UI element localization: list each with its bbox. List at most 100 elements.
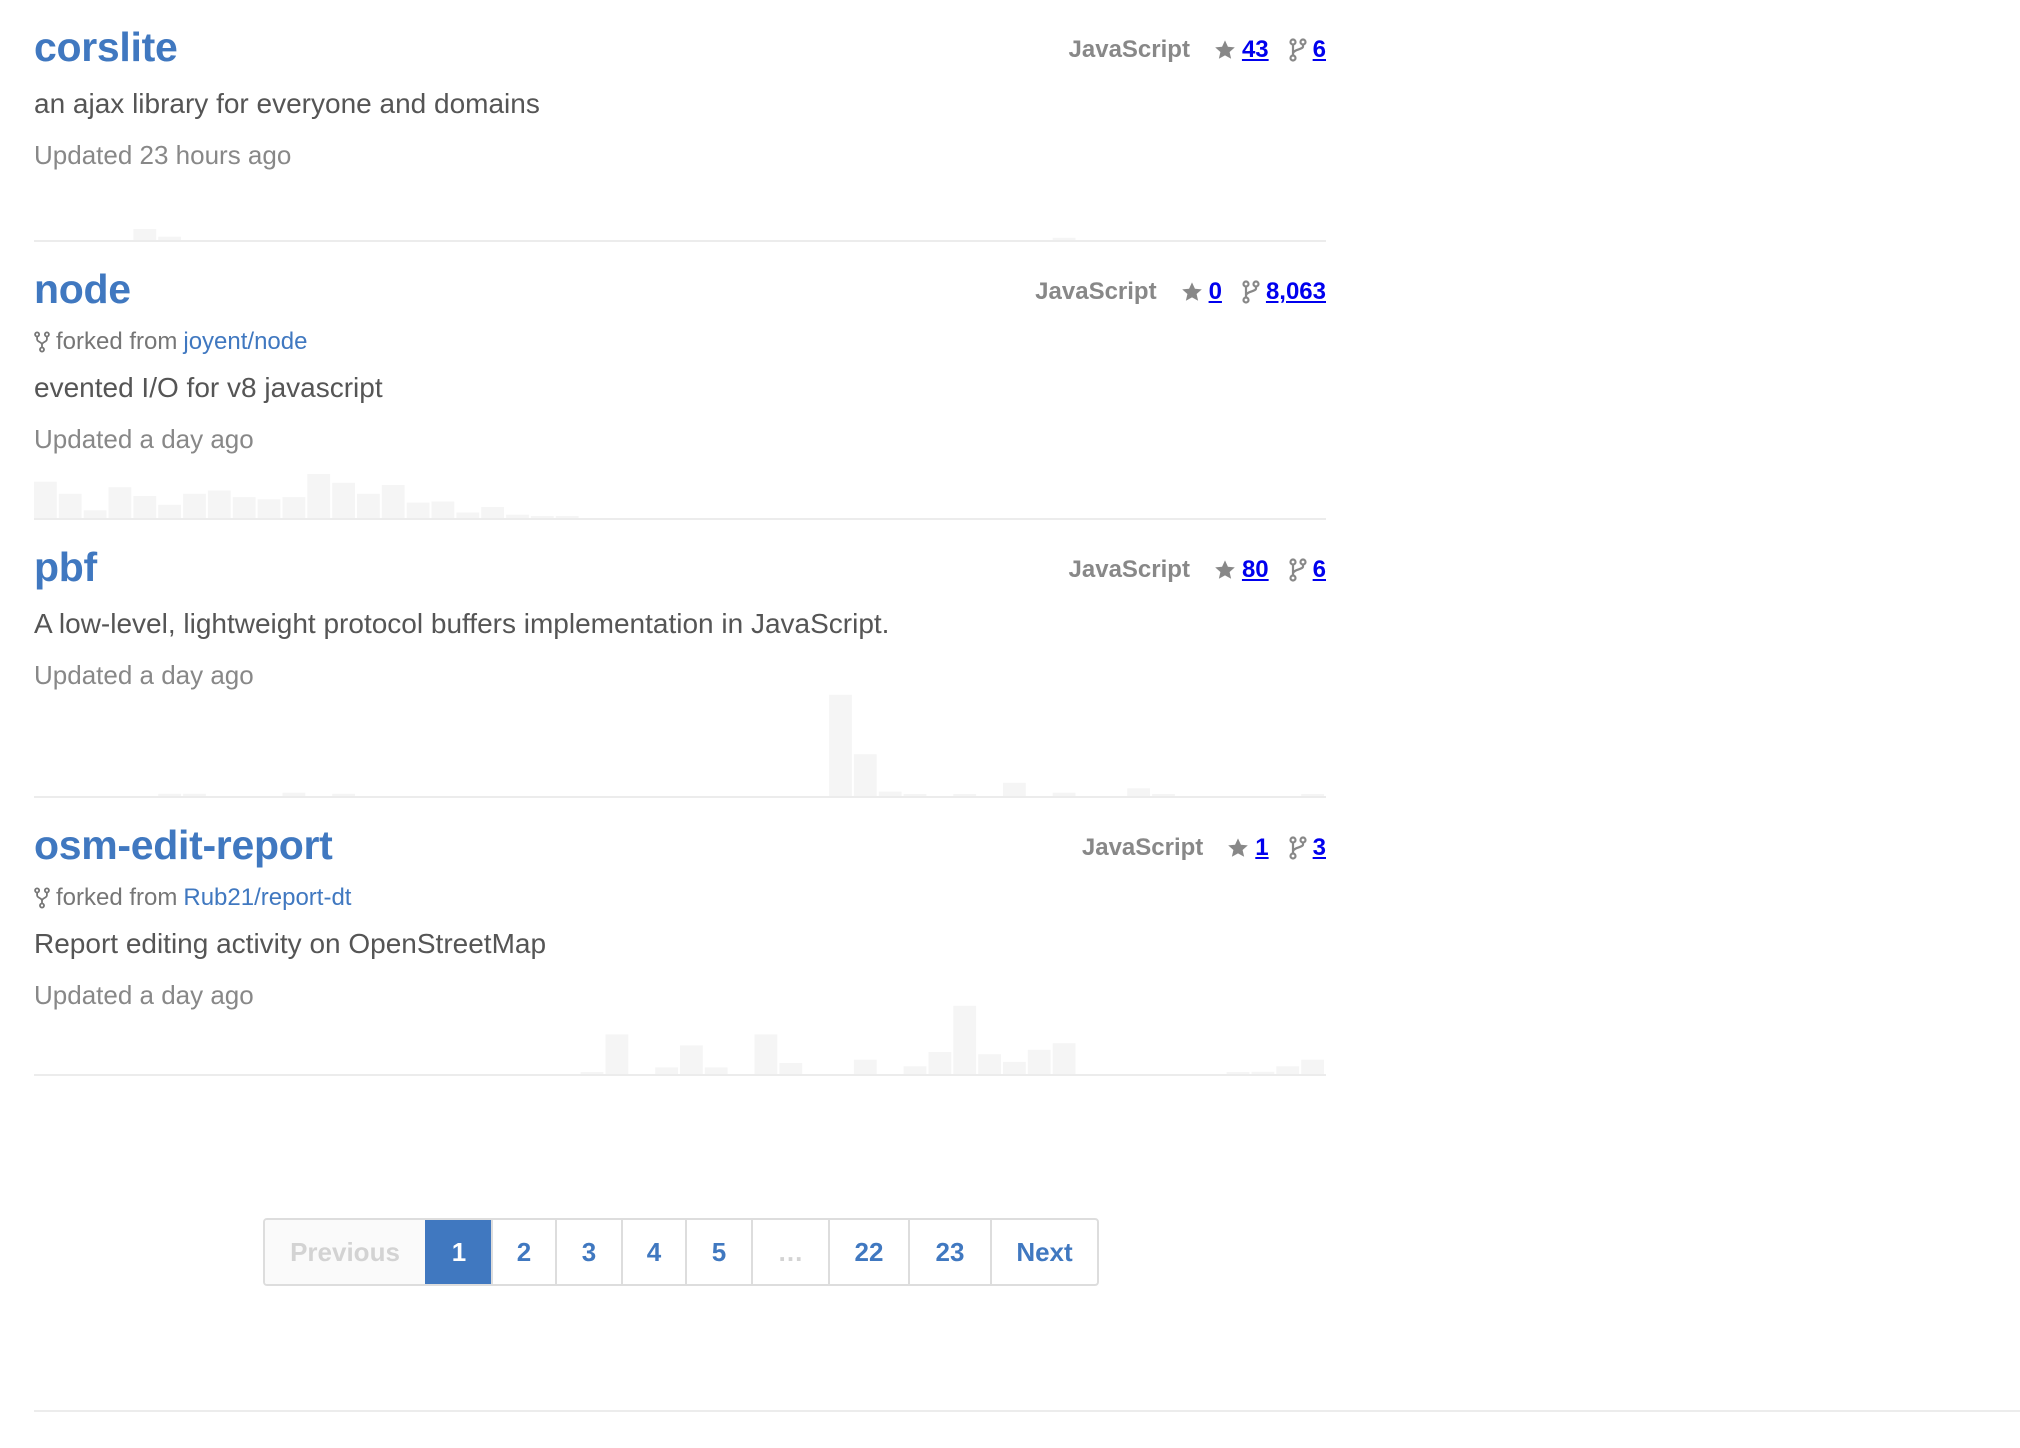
activity-bar [1152,794,1175,796]
repo-language: JavaScript [1081,834,1204,861]
stars-count: 80 [1241,556,1269,583]
forks-link[interactable]: 6 [1289,556,1326,584]
star-icon [1215,560,1235,579]
activity-bar [133,229,157,240]
footer-divider [34,1410,2020,1412]
activity-bar [978,1054,1001,1074]
pagination-next[interactable]: Next [990,1220,1097,1284]
forks-link[interactable]: 8,063 [1242,278,1326,306]
pagination-gap: … [751,1220,828,1284]
forks-link[interactable]: 3 [1289,834,1326,862]
stargazers-link[interactable]: 1 [1227,834,1269,862]
activity-bar [754,1034,778,1074]
forked-from-label: forked from [56,328,178,355]
repo-name-link[interactable]: node [34,264,131,314]
participation-graph [133,229,1076,240]
forks-count: 8,063 [1265,278,1326,305]
repo-stats: JavaScript 80 6 [1069,556,1326,584]
repo-stats: JavaScript 1 3 [1082,834,1326,862]
activity-bar [853,754,877,796]
pagination-page[interactable]: 22 [828,1220,908,1284]
repo-list: corslite JavaScript 43 6 an ajax library… [34,0,1326,1076]
activity-bar [34,481,57,518]
activity-bar [307,474,331,518]
activity-bar [580,1072,604,1074]
activity-bar [1226,1072,1250,1074]
stargazers-link[interactable]: 43 [1214,36,1269,64]
repo-name-link[interactable]: osm-edit-report [34,820,333,870]
repo-description: an ajax library for everyone and domains [34,88,540,119]
pagination-page[interactable]: 1 [425,1220,491,1284]
repo-language: JavaScript [1068,556,1190,583]
activity-bar [1052,792,1076,796]
activity-bar [282,497,306,518]
participation-graph [158,694,1324,796]
activity-bar [605,1034,629,1074]
activity-bar [357,493,380,518]
pagination-page[interactable]: 2 [491,1220,555,1284]
forks-count: 3 [1312,834,1326,861]
participation-graph [34,474,579,518]
activity-bar [953,794,977,796]
activity-bar [381,485,405,518]
stars-count: 43 [1241,36,1269,63]
activity-bar [1003,782,1026,796]
pagination-page[interactable]: 23 [908,1220,990,1284]
forked-from-link[interactable]: joyent/node [183,328,307,356]
activity-bar [903,794,927,796]
activity-bar [928,1052,952,1074]
activity-bar [680,1045,703,1074]
forks-link[interactable]: 6 [1289,36,1326,64]
repo-list-item: pbf JavaScript 80 6 A low-level, lightwe… [34,520,1326,798]
repo-description: Report editing activity on OpenStreetMap [34,928,547,959]
activity-bar [158,793,181,796]
participation-graph [580,1005,1324,1074]
activity-bar [183,493,206,518]
activity-bar [332,482,355,518]
activity-bar [257,499,281,518]
pagination-page[interactable]: 4 [621,1220,685,1284]
repo-name-link[interactable]: pbf [34,542,97,592]
activity-bar [1003,1061,1026,1074]
pagination-page[interactable]: 3 [555,1220,621,1284]
repo-forked-icon [1289,38,1307,62]
stargazers-link[interactable]: 80 [1214,556,1269,584]
repo-language: JavaScript [1035,278,1157,305]
activity-bar [83,510,107,518]
activity-bar [1052,237,1076,240]
activity-bar [953,1005,977,1074]
repo-stats: JavaScript 0 8,063 [1035,278,1326,306]
activity-bar [183,793,206,796]
activity-bar [903,1066,927,1074]
activity-bar [158,504,181,518]
activity-bar [1127,788,1150,796]
activity-bar [58,493,82,518]
activity-bar [282,792,306,796]
repo-stats: JavaScript 43 6 [1069,36,1326,64]
repo-name-link[interactable]: corslite [34,22,178,72]
activity-bar [1251,1071,1275,1074]
forks-count: 6 [1312,36,1326,63]
repo-forked-icon [34,331,50,353]
star-icon [1215,40,1235,59]
forked-from-link[interactable]: Rub21/report-dt [183,884,351,912]
activity-bar [1027,1049,1051,1074]
stargazers-link[interactable]: 0 [1181,278,1222,306]
star-icon [1228,838,1249,857]
star-icon [1181,282,1202,301]
forked-from: forked from joyent/node [34,328,1326,356]
activity-bar [829,694,852,796]
repo-list-item: node JavaScript 0 8,063 forked from joye… [34,242,1326,520]
activity-bar [1052,1043,1076,1074]
repo-forked-icon [1289,558,1307,582]
activity-bar [158,236,181,240]
pagination-page[interactable]: 5 [685,1220,751,1284]
activity-bar [207,490,231,518]
pagination: Previous 1 2 3 4 5 … 22 23 Next [263,1218,1099,1286]
repo-list-item: corslite JavaScript 43 6 an ajax library… [34,0,1326,242]
stars-count: 1 [1255,834,1269,861]
forked-from: forked from Rub21/report-dt [34,884,1326,912]
activity-bar [332,793,355,796]
activity-bar [704,1067,728,1074]
activity-bar [878,791,902,796]
